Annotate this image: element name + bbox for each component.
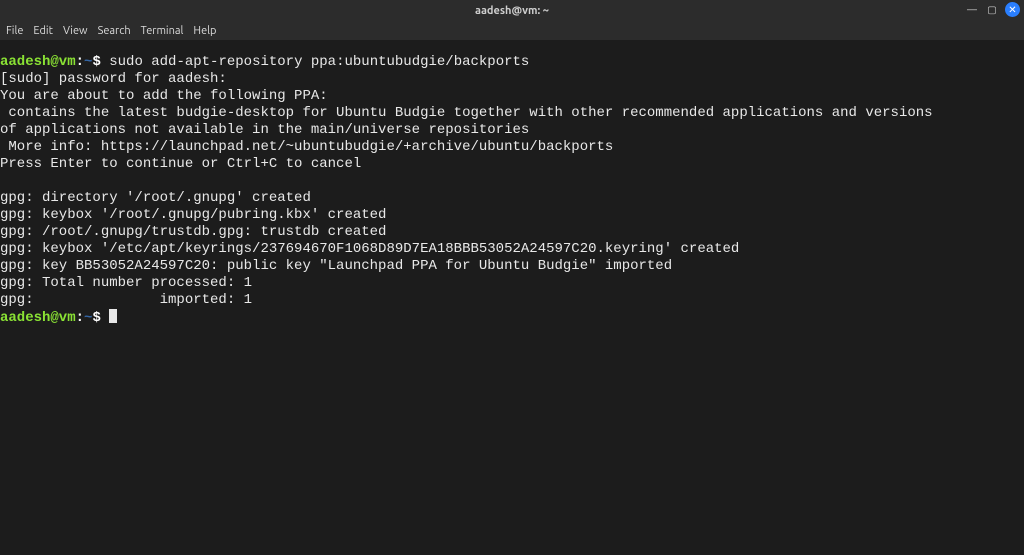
menu-terminal[interactable]: Terminal	[141, 25, 184, 37]
menu-edit[interactable]: Edit	[33, 25, 53, 37]
terminal-line: gpg: imported: 1	[0, 292, 252, 308]
terminal-area[interactable]: aadesh@vm:~$ sudo add-apt-repository ppa…	[0, 54, 1024, 555]
prompt-dollar: $	[92, 310, 100, 326]
menu-help[interactable]: Help	[193, 25, 216, 37]
menu-search[interactable]: Search	[98, 25, 131, 37]
terminal-line: gpg: key BB53052A24597C20: public key "L…	[0, 258, 672, 274]
window-title: aadesh@vm: ~	[0, 5, 1024, 17]
terminal-line: gpg: /root/.gnupg/trustdb.gpg: trustdb c…	[0, 224, 386, 240]
prompt-userhost: aadesh@vm	[0, 54, 76, 70]
terminal-line: gpg: directory '/root/.gnupg' created	[0, 190, 311, 206]
prompt-userhost: aadesh@vm	[0, 310, 76, 326]
close-button[interactable]: ✕	[1005, 2, 1020, 17]
titlebar: aadesh@vm: ~ — ▢ ✕	[0, 0, 1024, 22]
prompt-sep: :	[76, 310, 84, 326]
prompt-sep: :	[76, 54, 84, 70]
terminal-line: Press Enter to continue or Ctrl+C to can…	[0, 156, 361, 172]
terminal-line: More info: https://launchpad.net/~ubuntu…	[0, 139, 613, 155]
terminal-line: contains the latest budgie-desktop for U…	[0, 105, 933, 121]
menubar: File Edit View Search Terminal Help	[0, 22, 1024, 40]
terminal-line: of applications not available in the mai…	[0, 122, 529, 138]
terminal-line: gpg: keybox '/root/.gnupg/pubring.kbx' c…	[0, 207, 386, 223]
menu-view[interactable]: View	[63, 25, 88, 37]
terminal-line: [sudo] password for aadesh:	[0, 71, 227, 87]
terminal-cursor	[109, 309, 117, 323]
menu-file[interactable]: File	[6, 25, 23, 37]
terminal-line: gpg: Total number processed: 1	[0, 275, 252, 291]
prompt-dollar: $	[92, 54, 100, 70]
minimize-button[interactable]: —	[965, 3, 979, 17]
window-controls: — ▢ ✕	[965, 2, 1020, 17]
maximize-button[interactable]: ▢	[985, 3, 999, 17]
terminal-line: gpg: keybox '/etc/apt/keyrings/237694670…	[0, 241, 739, 257]
command-1: sudo add-apt-repository ppa:ubuntubudgie…	[101, 54, 529, 70]
terminal-line: You are about to add the following PPA:	[0, 88, 328, 104]
